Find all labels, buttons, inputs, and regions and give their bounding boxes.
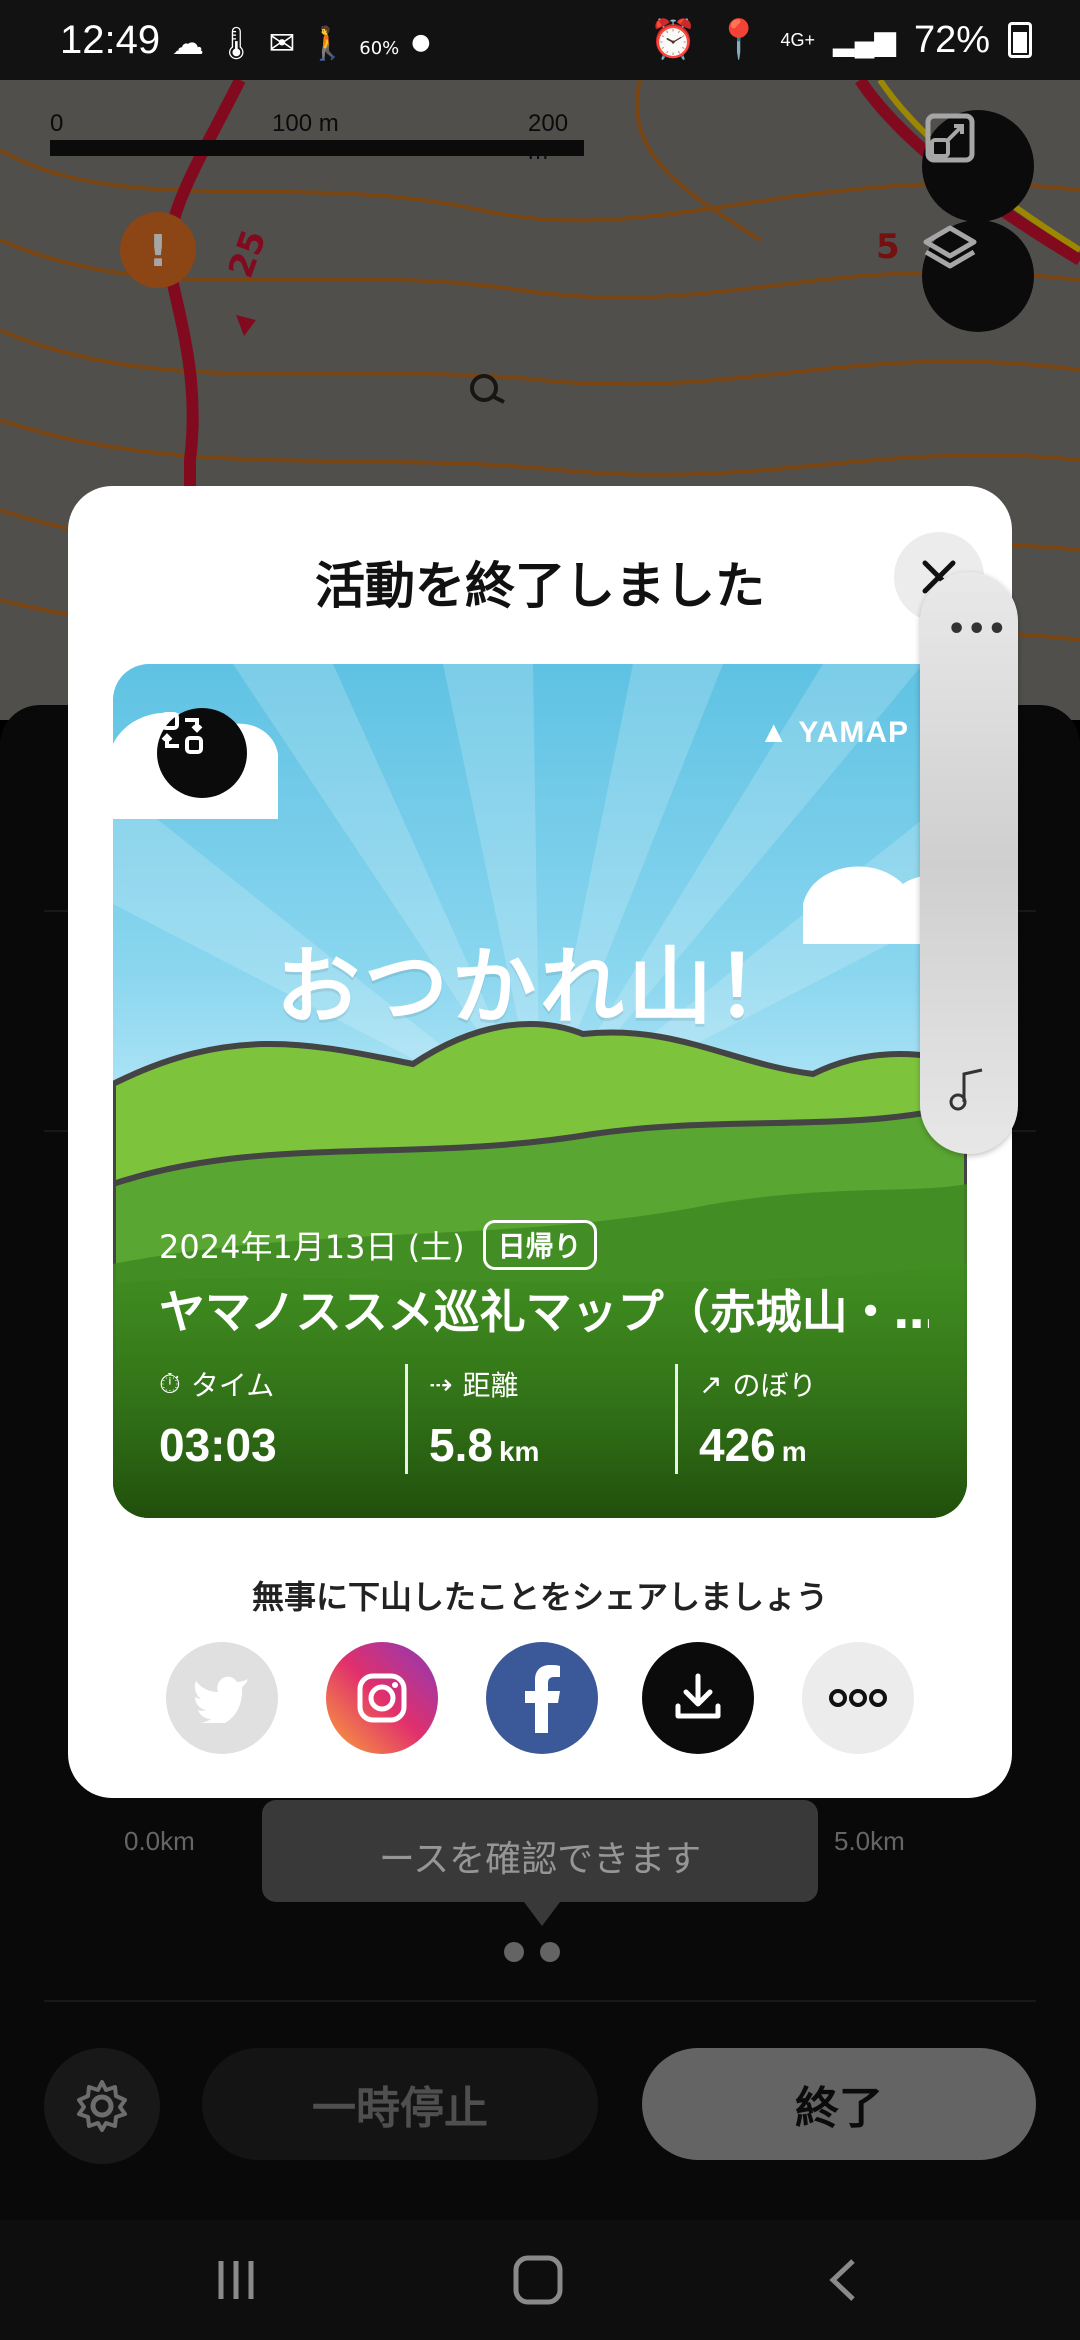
swap-card-button[interactable] — [157, 708, 247, 798]
more-share-button[interactable] — [802, 1642, 914, 1754]
stat-divider — [405, 1364, 408, 1474]
status-bar: 12:49 ☁ 🌡 ✉ 🚶 60% ● ⏰ 📍 4G+ ▂▄▆ 72% — [0, 0, 1080, 80]
hero-text: おつかれ山！ — [275, 938, 804, 1036]
instagram-icon — [357, 1673, 407, 1723]
stat-label: 距離 — [462, 1369, 519, 1402]
back-button[interactable] — [814, 2250, 874, 2310]
stat-label: のぼり — [732, 1369, 817, 1402]
hiker-icon: 🚶 — [307, 24, 348, 62]
home-button[interactable] — [508, 2250, 568, 2310]
home-icon — [513, 2255, 563, 2305]
summary-card: ▲ YAMAP おつかれ山！ 2024年1月13日 (土) 日帰り ヤマノススメ… — [113, 664, 967, 1518]
stat-value: 03:03 — [159, 1419, 277, 1471]
more-icon — [829, 1689, 887, 1707]
cloud-icon: ☁ — [172, 24, 204, 62]
instagram-share-button[interactable] — [326, 1642, 438, 1754]
stopwatch-icon: ⏱ — [159, 1367, 181, 1400]
stat-label: タイム — [190, 1369, 275, 1402]
yamap-logo: ▲ YAMAP — [759, 716, 909, 750]
swap-icon — [161, 712, 203, 754]
mail-icon: ✉ — [268, 24, 296, 62]
system-status: ⏰ 📍 4G+ ▂▄▆ 72% — [650, 18, 1032, 62]
activity-date-row: 2024年1月13日 (土) 日帰り — [159, 1220, 597, 1270]
humidity-label: 60% — [359, 38, 400, 59]
dot-icon: ● — [411, 30, 431, 55]
stat-unit: km — [498, 1436, 540, 1467]
signal-icon: ▂▄▆ — [833, 24, 896, 56]
brand-label: YAMAP — [798, 716, 909, 749]
system-nav-bar — [0, 2220, 1080, 2340]
alarm-icon: ⏰ — [649, 19, 698, 61]
modal-title: 活動を終了しました — [315, 557, 765, 615]
stat-value: 5.8 — [429, 1419, 493, 1471]
twitter-share-button[interactable] — [166, 1642, 278, 1754]
stat-value: 426 — [699, 1419, 776, 1471]
stat-divider — [675, 1364, 678, 1474]
stat-time: ⏱ タイム 03:03 — [159, 1364, 277, 1474]
route-icon: ⇢ — [429, 1367, 453, 1401]
thermometer-icon: 🌡 — [216, 24, 257, 62]
activity-date: 2024年1月13日 (土) — [159, 1228, 465, 1266]
stat-ascent: ↗ のぼり 426 m — [699, 1364, 816, 1474]
back-icon — [829, 2259, 855, 2301]
day-trip-badge: 日帰り — [482, 1220, 597, 1270]
location-icon: 📍 — [715, 19, 763, 61]
twitter-icon — [192, 1676, 248, 1723]
facebook-share-button[interactable] — [486, 1642, 598, 1754]
route-name: ヤマノススメ巡礼マップ（赤城山・… — [159, 1285, 929, 1339]
download-icon — [675, 1673, 721, 1719]
stat-distance: ⇢ 距離 5.8 km — [429, 1364, 539, 1474]
battery-icon — [1008, 22, 1032, 58]
status-time: 12:49 — [60, 18, 161, 62]
mountain-logo-icon: ▲ — [758, 716, 790, 749]
floating-side-panel[interactable]: ••• — [920, 572, 1018, 1154]
recent-apps-icon — [218, 2261, 254, 2299]
stat-unit: m — [781, 1436, 807, 1467]
activity-finished-modal: 活動を終了しました ▲ YAMAP おつかれ山！ 2024年1月13日 (土) … — [68, 486, 1012, 1798]
notification-icons: ☁ 🌡 ✉ 🚶 60% ● — [172, 24, 431, 62]
music-note-icon[interactable] — [946, 1066, 992, 1112]
more-options-icon[interactable]: ••• — [947, 612, 1008, 647]
recent-apps-button[interactable] — [206, 2250, 266, 2310]
facebook-icon — [525, 1665, 560, 1733]
download-button[interactable] — [642, 1642, 754, 1754]
ascent-icon: ↗ — [699, 1367, 723, 1401]
share-prompt: 無事に下山したことをシェアしましょう — [251, 1578, 828, 1616]
battery-label: 72% — [913, 18, 990, 61]
network-label: 4G+ — [780, 29, 816, 50]
